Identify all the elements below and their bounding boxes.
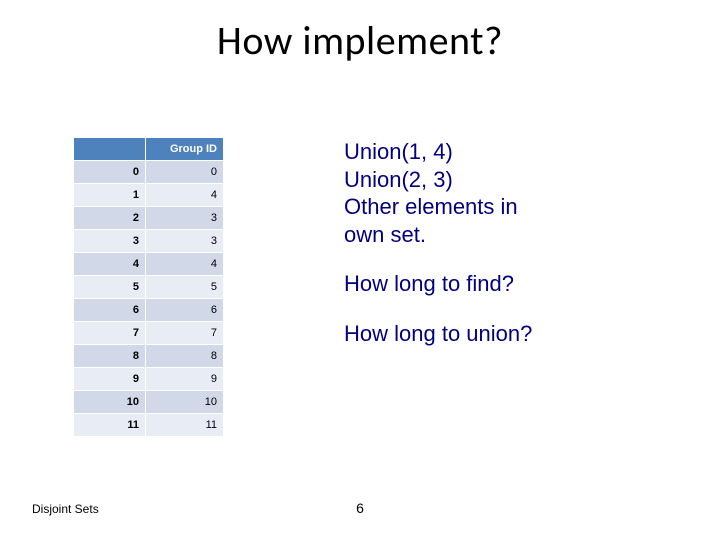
- cell-idx: 8: [74, 345, 146, 368]
- group-id-table: Group ID 00 14 23 33 44 55 66 77 88 99 1…: [72, 136, 225, 438]
- cell-gid: 8: [146, 345, 224, 368]
- union-ops-block: Union(1, 4) Union(2, 3) Other elements i…: [344, 138, 684, 248]
- question-union: How long to union?: [344, 320, 684, 348]
- table-header-group-id: Group ID: [146, 138, 224, 161]
- rhs-line: Other elements in: [344, 193, 684, 221]
- rhs-line: Union(1, 4): [344, 138, 684, 166]
- cell-gid: 5: [146, 276, 224, 299]
- table-row: 23: [74, 207, 224, 230]
- cell-idx: 0: [74, 161, 146, 184]
- table-row: 77: [74, 322, 224, 345]
- cell-gid: 3: [146, 207, 224, 230]
- cell-gid: 7: [146, 322, 224, 345]
- cell-idx: 9: [74, 368, 146, 391]
- cell-gid: 0: [146, 161, 224, 184]
- cell-idx: 2: [74, 207, 146, 230]
- cell-idx: 11: [74, 414, 146, 437]
- question-find: How long to find?: [344, 270, 684, 298]
- cell-gid: 4: [146, 184, 224, 207]
- cell-gid: 9: [146, 368, 224, 391]
- table-row: 66: [74, 299, 224, 322]
- table-row: 00: [74, 161, 224, 184]
- cell-idx: 1: [74, 184, 146, 207]
- cell-idx: 7: [74, 322, 146, 345]
- cell-idx: 6: [74, 299, 146, 322]
- table-row: 1111: [74, 414, 224, 437]
- table-row: 55: [74, 276, 224, 299]
- cell-gid: 3: [146, 230, 224, 253]
- cell-gid: 4: [146, 253, 224, 276]
- cell-idx: 3: [74, 230, 146, 253]
- table-row: 1010: [74, 391, 224, 414]
- rhs-text: Union(1, 4) Union(2, 3) Other elements i…: [344, 138, 684, 369]
- table-row: 88: [74, 345, 224, 368]
- table-header-blank: [74, 138, 146, 161]
- cell-idx: 10: [74, 391, 146, 414]
- cell-idx: 5: [74, 276, 146, 299]
- cell-gid: 6: [146, 299, 224, 322]
- table-row: 14: [74, 184, 224, 207]
- table-row: 44: [74, 253, 224, 276]
- table-row: 99: [74, 368, 224, 391]
- page-title: How implement?: [0, 16, 720, 65]
- cell-gid: 11: [146, 414, 224, 437]
- rhs-line: Union(2, 3): [344, 166, 684, 194]
- table-row: 33: [74, 230, 224, 253]
- cell-idx: 4: [74, 253, 146, 276]
- slide: How implement? Group ID 00 14 23 33 44 5…: [0, 0, 720, 540]
- table-header-row: Group ID: [74, 138, 224, 161]
- page-number: 6: [0, 500, 720, 516]
- cell-gid: 10: [146, 391, 224, 414]
- rhs-line: own set.: [344, 221, 684, 249]
